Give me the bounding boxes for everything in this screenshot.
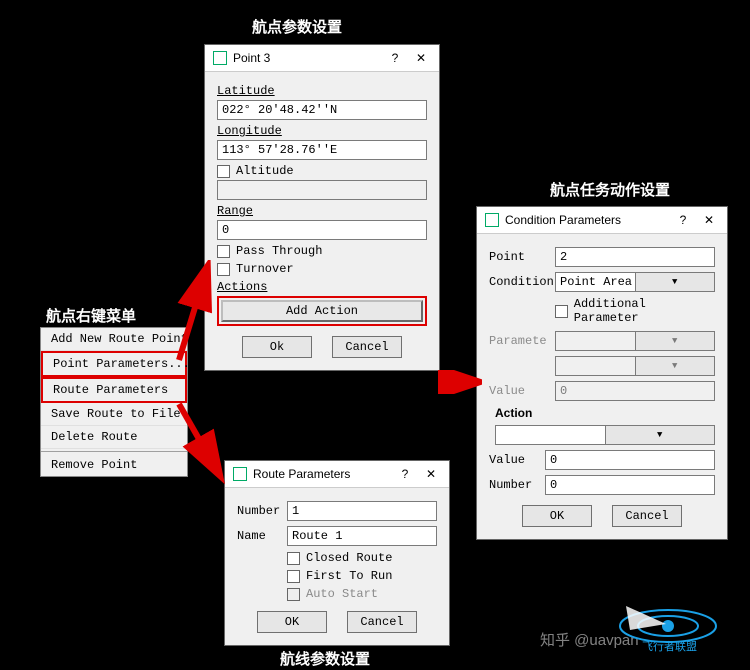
close-button[interactable]: ✕	[411, 49, 431, 67]
menu-save-route-to-file[interactable]: Save Route to File	[41, 403, 187, 426]
latitude-label: Latitude	[217, 84, 427, 98]
section-waypoint-params: 航点参数设置	[252, 16, 342, 37]
name-input[interactable]	[287, 526, 437, 546]
help-button[interactable]: ?	[673, 211, 693, 229]
longitude-input[interactable]	[217, 140, 427, 160]
first-to-run-label: First To Run	[306, 569, 392, 583]
app-icon	[485, 213, 499, 227]
route-cancel-button[interactable]: Cancel	[347, 611, 417, 633]
latitude-input[interactable]	[217, 100, 427, 120]
route-parameters-dialog: Route Parameters ? ✕ Number Name Closed …	[224, 460, 450, 646]
pass-through-label: Pass Through	[236, 244, 322, 258]
point-input[interactable]	[555, 247, 715, 267]
cond-cancel-button[interactable]: Cancel	[612, 505, 682, 527]
range-input[interactable]	[217, 220, 427, 240]
name-label: Name	[237, 529, 283, 543]
altitude-input[interactable]	[217, 180, 427, 200]
point-dialog-title: Point 3	[233, 51, 270, 65]
menu-remove-point[interactable]: Remove Point	[41, 454, 187, 476]
route-ok-button[interactable]: OK	[257, 611, 327, 633]
logo-text: 飞行者联盟	[642, 640, 697, 653]
point-label: Point	[489, 250, 551, 264]
chevron-down-icon: ▼	[605, 426, 715, 444]
pass-through-checkbox[interactable]	[217, 245, 230, 258]
menu-point-parameters[interactable]: Point Parameters...	[41, 351, 187, 377]
altitude-label: Altitude	[236, 164, 294, 178]
condition-parameters-dialog: Condition Parameters ? ✕ Point Condition…	[476, 206, 728, 540]
point-ok-button[interactable]: Ok	[242, 336, 312, 358]
additional-parameter-checkbox[interactable]	[555, 305, 568, 318]
route-dialog-title: Route Parameters	[253, 467, 350, 481]
cond-dialog-titlebar: Condition Parameters ? ✕	[477, 207, 727, 234]
arrow-to-route-dialog	[173, 398, 233, 488]
logo-feixingzhe: 飞行者联盟	[606, 596, 736, 656]
cond-ok-button[interactable]: OK	[522, 505, 592, 527]
condition-combo-value: Point Area In	[556, 275, 635, 289]
point-cancel-button[interactable]: Cancel	[332, 336, 402, 358]
condition-label: Condition	[489, 275, 551, 289]
value2-input[interactable]	[545, 450, 715, 470]
menu-delete-route[interactable]: Delete Route	[41, 426, 187, 449]
number2-label: Number	[489, 478, 541, 492]
chevron-down-icon: ▼	[635, 273, 715, 291]
point-dialog-titlebar: Point 3 ? ✕	[205, 45, 439, 72]
app-icon	[213, 51, 227, 65]
close-button[interactable]: ✕	[699, 211, 719, 229]
turnover-label: Turnover	[236, 262, 294, 276]
route-dialog-titlebar: Route Parameters ? ✕	[225, 461, 449, 488]
number-input[interactable]	[287, 501, 437, 521]
section-condition-params: 航点任务动作设置	[550, 179, 670, 200]
context-menu: Add New Route Point Point Parameters... …	[40, 327, 188, 477]
parameter-combo[interactable]: ▼	[555, 331, 715, 351]
cond-dialog-title: Condition Parameters	[505, 213, 621, 227]
closed-route-label: Closed Route	[306, 551, 392, 565]
section-route-params: 航线参数设置	[280, 648, 370, 669]
app-icon	[233, 467, 247, 481]
menu-add-new-route-point[interactable]: Add New Route Point	[41, 328, 187, 351]
arrow-to-point-dialog	[173, 260, 218, 370]
first-to-run-checkbox[interactable]	[287, 570, 300, 583]
menu-route-parameters[interactable]: Route Parameters	[41, 377, 187, 403]
point-parameters-dialog: Point 3 ? ✕ Latitude Longitude Altitude …	[204, 44, 440, 371]
turnover-checkbox[interactable]	[217, 263, 230, 276]
section-context-menu: 航点右键菜单	[46, 305, 136, 326]
help-button[interactable]: ?	[395, 465, 415, 483]
closed-route-checkbox[interactable]	[287, 552, 300, 565]
value2-label: Value	[489, 453, 541, 467]
condition-combo[interactable]: Point Area In ▼	[555, 272, 715, 292]
range-label: Range	[217, 204, 427, 218]
actions-label: Actions	[217, 280, 427, 294]
parameter-label: Paramete	[489, 334, 551, 348]
auto-start-label: Auto Start	[306, 587, 378, 601]
chevron-down-icon: ▼	[635, 332, 715, 350]
action-heading: Action	[495, 406, 715, 420]
action-combo[interactable]: ▼	[495, 425, 715, 445]
longitude-label: Longitude	[217, 124, 427, 138]
add-action-highlight: Add Action	[217, 296, 427, 326]
altitude-checkbox[interactable]	[217, 165, 230, 178]
value-label: Value	[489, 384, 551, 398]
arrow-to-condition-dialog	[438, 370, 482, 394]
unnamed-combo[interactable]: ▼	[555, 356, 715, 376]
number-label: Number	[237, 504, 283, 518]
close-button[interactable]: ✕	[421, 465, 441, 483]
auto-start-checkbox[interactable]	[287, 588, 300, 601]
add-action-button[interactable]: Add Action	[221, 300, 423, 322]
additional-parameter-label: Additional Parameter	[574, 297, 715, 325]
value-input[interactable]	[555, 381, 715, 401]
chevron-down-icon: ▼	[635, 357, 715, 375]
menu-separator	[41, 451, 187, 452]
number2-input[interactable]	[545, 475, 715, 495]
help-button[interactable]: ?	[385, 49, 405, 67]
